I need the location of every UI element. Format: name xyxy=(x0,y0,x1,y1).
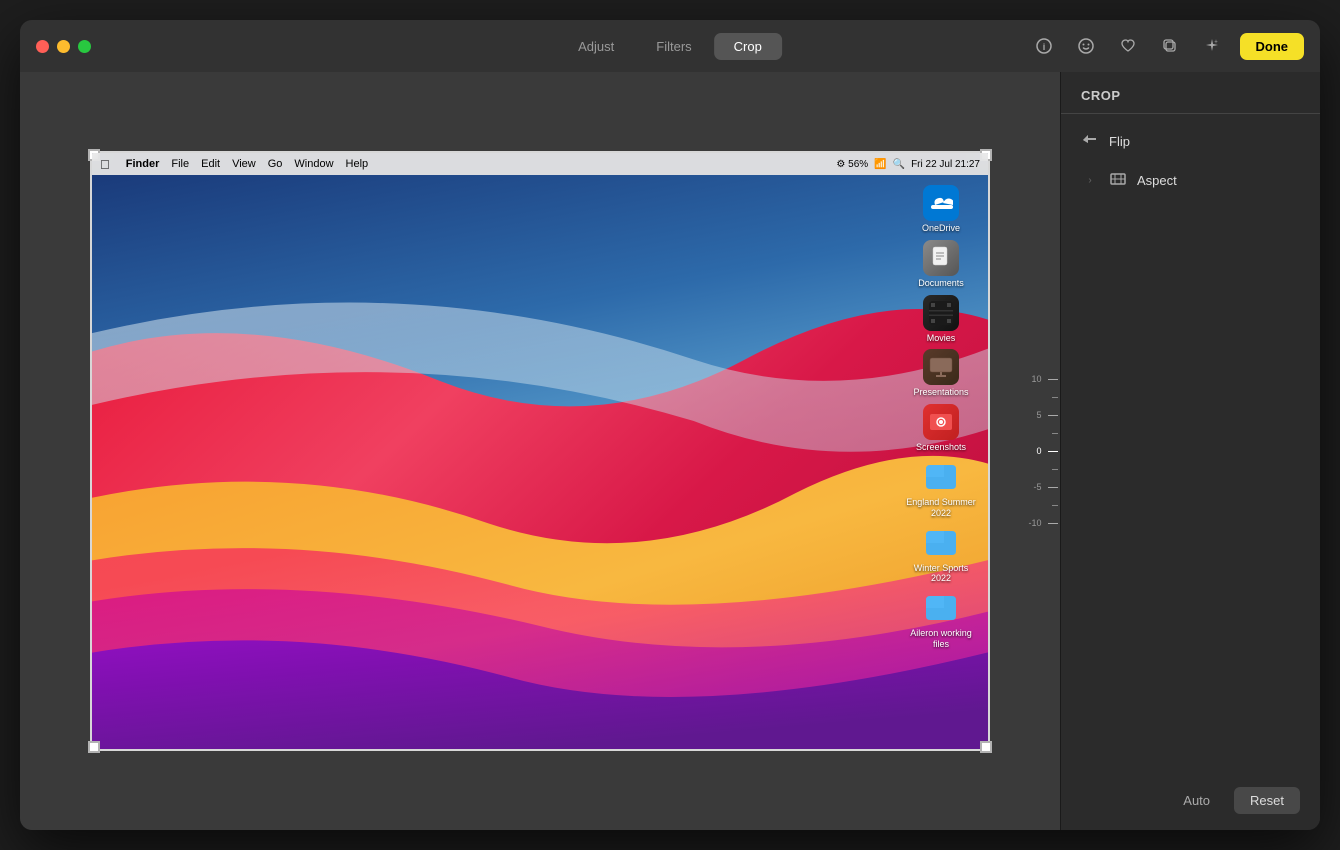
titlebar: Adjust Filters Crop i xyxy=(20,20,1320,72)
aspect-chevron-icon: › xyxy=(1081,175,1099,186)
ruler-mark-neg10: -10 xyxy=(1023,514,1058,532)
ruler-mark-neg2 xyxy=(1023,460,1058,478)
menubar-file: File xyxy=(171,158,189,170)
aspect-icon xyxy=(1109,171,1127,190)
panel-spacer xyxy=(1061,200,1320,771)
minimize-button[interactable] xyxy=(57,40,70,53)
heart-button[interactable] xyxy=(1114,32,1142,60)
main-area: 10 5 0 ◀ xyxy=(20,72,1320,830)
aspect-row[interactable]: › Aspect xyxy=(1061,161,1320,200)
reset-button[interactable]: Reset xyxy=(1234,787,1300,814)
menubar-edit: Edit xyxy=(201,158,220,170)
auto-button[interactable]: Auto xyxy=(1171,787,1222,814)
icon-aileron: Aileron working files xyxy=(906,590,976,650)
ruler-mark-neg8 xyxy=(1023,496,1058,514)
icon-winter-sports: Winter Sports 2022 xyxy=(906,525,976,585)
tab-adjust[interactable]: Adjust xyxy=(558,33,634,60)
flip-row[interactable]: Flip xyxy=(1061,122,1320,161)
panel-divider xyxy=(1061,113,1320,114)
desktop-icons: OneDrive Documents xyxy=(906,185,976,650)
apple-logo:  xyxy=(100,157,110,172)
crop-handle-bottomright[interactable] xyxy=(980,741,992,753)
panel-title: CROP xyxy=(1061,72,1320,113)
rotation-ruler[interactable]: 10 5 0 ◀ xyxy=(1020,72,1060,830)
ruler-mark-8 xyxy=(1023,388,1058,406)
tab-bar: Adjust Filters Crop xyxy=(558,33,782,60)
right-panel: CROP Flip › xyxy=(1060,72,1320,830)
traffic-lights xyxy=(36,40,91,53)
mac-menubar:  Finder File Edit View Go Window Help ⚙… xyxy=(92,153,988,175)
main-window: Adjust Filters Crop i xyxy=(20,20,1320,830)
icon-presentations: Presentations xyxy=(906,349,976,398)
menubar-help: Help xyxy=(346,158,369,170)
crop-handle-bottomleft[interactable] xyxy=(88,741,100,753)
clock: Fri 22 Jul 21:27 xyxy=(911,159,980,170)
ruler-marks: 10 5 0 ◀ xyxy=(1023,370,1058,532)
flip-icon xyxy=(1081,132,1099,151)
ruler-mark-2 xyxy=(1023,424,1058,442)
maximize-button[interactable] xyxy=(78,40,91,53)
panel-bottom: Auto Reset xyxy=(1061,771,1320,830)
done-button[interactable]: Done xyxy=(1240,33,1305,60)
titlebar-actions: i xyxy=(1030,32,1305,60)
icon-england-summer: England Summer 2022 xyxy=(906,459,976,519)
finder-label: Finder xyxy=(126,158,160,170)
canvas-area: 10 5 0 ◀ xyxy=(20,72,1060,830)
menubar-view: View xyxy=(232,158,256,170)
icon-documents: Documents xyxy=(906,240,976,289)
aspect-label: Aspect xyxy=(1137,173,1300,188)
tab-filters[interactable]: Filters xyxy=(636,33,711,60)
svg-text:i: i xyxy=(1042,42,1045,52)
photo-frame:  Finder File Edit View Go Window Help ⚙… xyxy=(90,151,990,751)
menubar-window: Window xyxy=(294,158,333,170)
menubar-go: Go xyxy=(268,158,283,170)
close-button[interactable] xyxy=(36,40,49,53)
mac-desktop: OneDrive Documents xyxy=(92,175,988,749)
face-button[interactable] xyxy=(1072,32,1100,60)
ruler-mark-5: 5 xyxy=(1023,406,1058,424)
mac-screenshot:  Finder File Edit View Go Window Help ⚙… xyxy=(92,153,988,749)
ruler-mark-neg5: -5 xyxy=(1023,478,1058,496)
ruler-mark-0: 0 ◀ xyxy=(1023,442,1058,460)
icon-movies: Movies xyxy=(906,295,976,344)
icon-onedrive: OneDrive xyxy=(906,185,976,234)
tab-crop[interactable]: Crop xyxy=(714,33,782,60)
info-button[interactable]: i xyxy=(1030,32,1058,60)
ruler-mark-10: 10 xyxy=(1023,370,1058,388)
flip-label: Flip xyxy=(1109,134,1300,149)
photo-container[interactable]:  Finder File Edit View Go Window Help ⚙… xyxy=(90,151,990,751)
menubar-right: ⚙ 56% 📶 🔍 Fri 22 Jul 21:27 xyxy=(836,159,980,170)
icon-screenshots: Screenshots xyxy=(906,404,976,453)
sparkle-button[interactable] xyxy=(1198,32,1226,60)
duplicate-button[interactable] xyxy=(1156,32,1184,60)
